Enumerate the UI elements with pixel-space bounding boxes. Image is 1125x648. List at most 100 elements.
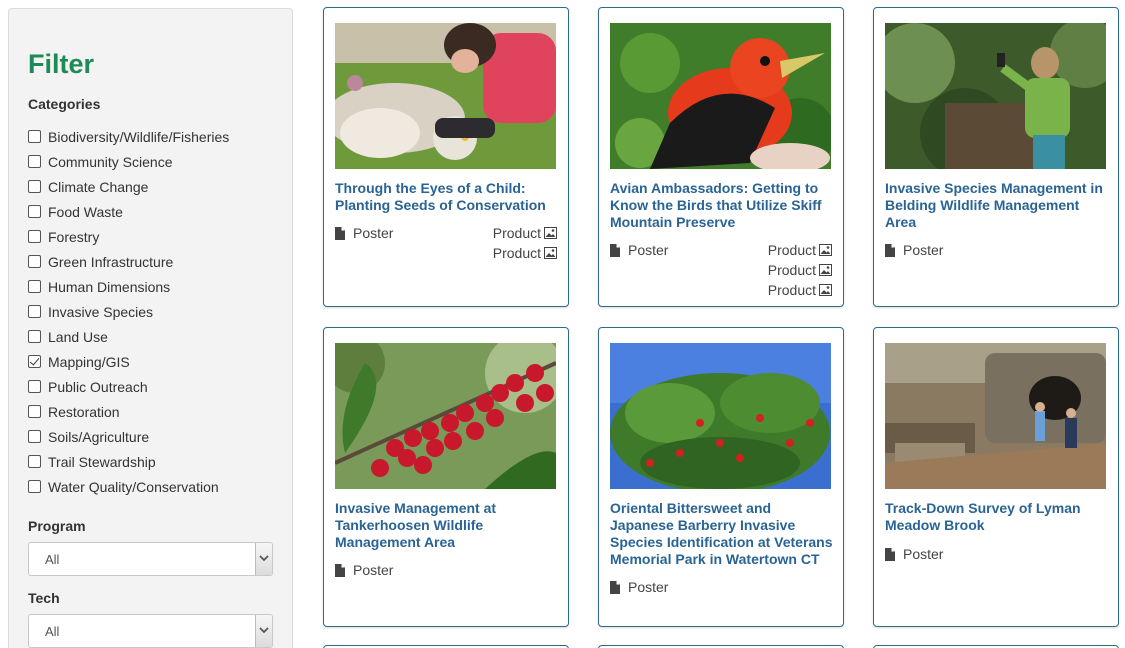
card-title[interactable]: Invasive Management at Tankerhoosen Wild…: [335, 500, 560, 551]
categories-heading: Categories: [28, 96, 101, 112]
category-label: Mapping/GIS: [48, 353, 130, 370]
card-type: Poster: [335, 562, 393, 578]
category-label: Land Use: [48, 328, 108, 345]
category-option[interactable]: Public Outreach: [28, 374, 229, 399]
category-label: Public Outreach: [48, 378, 148, 395]
image-icon: [544, 227, 557, 239]
category-option[interactable]: Climate Change: [28, 174, 229, 199]
card-type-label: Poster: [903, 242, 944, 258]
chevron-down-icon: [255, 543, 272, 575]
program-select[interactable]: All: [28, 542, 273, 576]
project-card[interactable]: Through the Eyes of a Child: Planting Se…: [323, 7, 569, 307]
category-checkbox[interactable]: [28, 380, 41, 393]
category-option[interactable]: Restoration: [28, 399, 229, 424]
image-icon: [819, 284, 832, 296]
category-checkbox[interactable]: [28, 130, 41, 143]
product-link[interactable]: Product: [768, 240, 832, 260]
category-label: Forestry: [48, 228, 100, 245]
category-label: Climate Change: [48, 178, 149, 195]
chevron-down-icon: [255, 615, 272, 647]
category-checkbox[interactable]: [28, 355, 41, 368]
category-checkbox[interactable]: [28, 405, 41, 418]
product-link[interactable]: Product: [493, 243, 557, 263]
card-title[interactable]: Oriental Bittersweet and Japanese Barber…: [610, 500, 835, 568]
card-title[interactable]: Avian Ambassadors: Getting to Know the B…: [610, 180, 835, 231]
image-icon: [819, 264, 832, 276]
category-option[interactable]: Water Quality/Conservation: [28, 474, 229, 499]
category-label: Biodiversity/Wildlife/Fisheries: [48, 128, 230, 145]
category-checkbox[interactable]: [28, 330, 41, 343]
product-label: Product: [767, 242, 816, 258]
category-option[interactable]: Trail Stewardship: [28, 449, 229, 474]
child-painting-photo: [335, 23, 556, 169]
image-icon: [544, 247, 557, 259]
category-checkbox[interactable]: [28, 230, 41, 243]
category-list: Biodiversity/Wildlife/Fisheries Community…: [28, 124, 229, 499]
woman-with-phone-photo: [885, 23, 1106, 169]
stone-culvert-photo: [885, 343, 1106, 489]
file-icon: [335, 563, 345, 577]
category-checkbox[interactable]: [28, 430, 41, 443]
category-checkbox[interactable]: [28, 480, 41, 493]
project-card[interactable]: Track-Down Survey of Lyman Meadow Brook …: [873, 327, 1119, 627]
scarlet-tanager-photo: [610, 23, 831, 169]
category-option[interactable]: Biodiversity/Wildlife/Fisheries: [28, 124, 229, 149]
card-title[interactable]: Track-Down Survey of Lyman Meadow Brook: [885, 500, 1110, 534]
project-card[interactable]: Oriental Bittersweet and Japanese Barber…: [598, 327, 844, 627]
category-label: Food Waste: [48, 203, 123, 220]
category-option[interactable]: Mapping/GIS: [28, 349, 229, 374]
category-checkbox[interactable]: [28, 180, 41, 193]
category-label: Water Quality/Conservation: [48, 478, 219, 495]
file-icon: [610, 243, 620, 257]
category-label: Community Science: [48, 153, 173, 170]
project-card[interactable]: Invasive Species Management in Belding W…: [873, 7, 1119, 307]
card-type-label: Poster: [353, 225, 394, 241]
red-berries-photo: [335, 343, 556, 489]
product-link[interactable]: Product: [768, 280, 832, 300]
category-checkbox[interactable]: [28, 305, 41, 318]
card-type: Poster: [610, 242, 668, 258]
tech-select[interactable]: All: [28, 614, 273, 648]
card-type: Poster: [610, 579, 668, 595]
category-checkbox[interactable]: [28, 155, 41, 168]
card-title[interactable]: Invasive Species Management in Belding W…: [885, 180, 1110, 231]
card-title[interactable]: Through the Eyes of a Child: Planting Se…: [335, 180, 560, 214]
program-select-value: All: [45, 552, 60, 567]
filter-heading: Filter: [28, 49, 95, 79]
category-option[interactable]: Human Dimensions: [28, 274, 229, 299]
card-type-label: Poster: [903, 546, 944, 562]
barberry-shrub-photo: [610, 343, 831, 489]
tech-heading: Tech: [28, 590, 60, 606]
project-card[interactable]: Invasive Management at Tankerhoosen Wild…: [323, 327, 569, 627]
project-card[interactable]: Avian Ambassadors: Getting to Know the B…: [598, 7, 844, 307]
category-checkbox[interactable]: [28, 280, 41, 293]
category-option[interactable]: Land Use: [28, 324, 229, 349]
product-link[interactable]: Product: [768, 260, 832, 280]
card-type: Poster: [885, 546, 943, 562]
image-icon: [819, 244, 832, 256]
category-checkbox[interactable]: [28, 205, 41, 218]
category-checkbox[interactable]: [28, 455, 41, 468]
tech-select-value: All: [45, 624, 60, 639]
card-type-label: Poster: [353, 562, 394, 578]
category-label: Restoration: [48, 403, 120, 420]
filter-sidebar: Filter Categories Biodiversity/Wildlife/…: [8, 8, 293, 648]
category-option[interactable]: Food Waste: [28, 199, 229, 224]
category-option[interactable]: Soils/Agriculture: [28, 424, 229, 449]
card-type-label: Poster: [628, 242, 669, 258]
category-option[interactable]: Community Science: [28, 149, 229, 174]
category-checkbox[interactable]: [28, 255, 41, 268]
category-option[interactable]: Green Infrastructure: [28, 249, 229, 274]
category-option[interactable]: Forestry: [28, 224, 229, 249]
category-label: Trail Stewardship: [48, 453, 156, 470]
category-label: Human Dimensions: [48, 278, 171, 295]
card-type: Poster: [885, 242, 943, 258]
file-icon: [610, 580, 620, 594]
program-heading: Program: [28, 518, 86, 534]
product-list: Product Product: [493, 223, 557, 263]
file-icon: [335, 226, 345, 240]
product-link[interactable]: Product: [493, 223, 557, 243]
category-option[interactable]: Invasive Species: [28, 299, 229, 324]
product-list: Product Product Product: [768, 240, 832, 300]
card-type-label: Poster: [628, 579, 669, 595]
